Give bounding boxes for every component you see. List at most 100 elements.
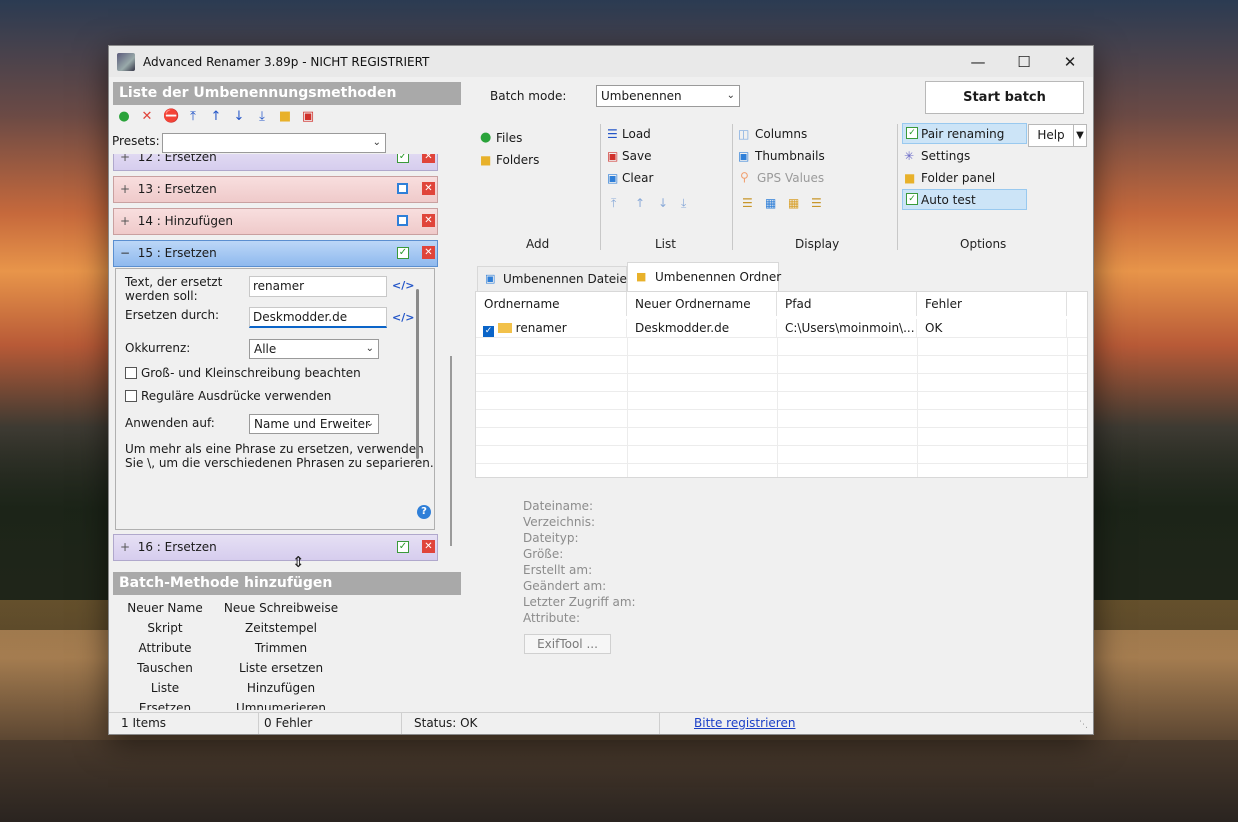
regex-checkbox[interactable] bbox=[125, 390, 137, 402]
folder-panel-button[interactable]: Folder panel bbox=[921, 171, 995, 185]
batch-mode-select[interactable]: Umbenennen ⌄ bbox=[596, 85, 740, 107]
col-header-new-name[interactable]: Neuer Ordnername bbox=[627, 292, 777, 316]
enabled-checkbox[interactable]: ✓ bbox=[397, 247, 409, 259]
help-icon[interactable]: ? bbox=[417, 505, 431, 519]
cell-error: OK bbox=[917, 319, 1067, 337]
presets-select[interactable]: ⌄ bbox=[162, 133, 386, 153]
enabled-checkbox[interactable]: ✓ bbox=[397, 541, 409, 553]
expand-icon: + bbox=[120, 214, 131, 228]
delete-method-icon[interactable]: ✕ bbox=[422, 182, 435, 195]
disabled-checkbox[interactable] bbox=[397, 183, 408, 194]
status-state: Status: OK bbox=[402, 713, 660, 734]
add-neue-schreibweise[interactable]: Neue Schreibweise bbox=[221, 601, 341, 615]
cell-new-name: Deskmodder.de bbox=[627, 319, 777, 337]
method-item-14[interactable]: + 14 : Hinzufügen ✕ bbox=[113, 208, 438, 235]
list-move-top-icon[interactable]: ⤒ bbox=[611, 196, 616, 211]
settings-button[interactable]: Settings bbox=[921, 149, 970, 163]
list-move-down-icon[interactable]: ↓ bbox=[658, 196, 668, 210]
move-top-icon[interactable]: ⤒ bbox=[186, 110, 200, 124]
add-group-label: Add bbox=[526, 237, 550, 251]
remove-method-icon[interactable]: ✕ bbox=[140, 110, 154, 124]
add-hinzufuegen[interactable]: Hinzufügen bbox=[221, 681, 341, 695]
folder-grid: Ordnername Neuer Ordnername Pfad Fehler … bbox=[475, 291, 1088, 478]
status-items: 1 Items bbox=[109, 713, 259, 734]
add-attribute[interactable]: Attribute bbox=[109, 641, 221, 655]
method-item-13[interactable]: + 13 : Ersetzen ✕ bbox=[113, 176, 438, 203]
help-dropdown-icon[interactable]: ▼ bbox=[1073, 124, 1087, 147]
view-tree-icon[interactable]: ☰ bbox=[811, 196, 822, 210]
add-trimmen[interactable]: Trimmen bbox=[221, 641, 341, 655]
delete-method-icon[interactable]: ✕ bbox=[422, 246, 435, 259]
columns-button[interactable]: Columns bbox=[755, 127, 807, 141]
grid-line bbox=[917, 337, 918, 477]
list-move-bottom-icon[interactable]: ⤓ bbox=[681, 196, 686, 211]
list-scrollbar[interactable] bbox=[450, 356, 452, 546]
replace-with-input[interactable]: Deskmodder.de bbox=[249, 307, 387, 328]
method-label: 12 : Ersetzen bbox=[137, 154, 217, 164]
code-icon[interactable]: </> bbox=[392, 311, 414, 324]
view-details-icon[interactable]: ▦ bbox=[765, 196, 776, 210]
code-icon[interactable]: </> bbox=[392, 279, 414, 292]
case-sensitive-checkbox[interactable] bbox=[125, 367, 137, 379]
gps-values-button[interactable]: GPS Values bbox=[757, 171, 824, 185]
add-umnumerieren[interactable]: Umnumerieren bbox=[221, 701, 341, 710]
add-liste[interactable]: Liste bbox=[109, 681, 221, 695]
method-item-16[interactable]: + 16 : Ersetzen ✓ ✕ bbox=[113, 534, 438, 561]
clear-button[interactable]: Clear bbox=[622, 171, 653, 185]
load-button[interactable]: Load bbox=[622, 127, 651, 141]
resize-grip-icon[interactable]: ⋱ bbox=[1079, 715, 1088, 734]
add-method-grid: Neuer Name Skript Attribute Tauschen Lis… bbox=[109, 598, 454, 710]
open-folder-icon[interactable]: ■ bbox=[278, 110, 292, 124]
move-bottom-icon[interactable]: ⤓ bbox=[255, 110, 269, 124]
save-button[interactable]: Save bbox=[622, 149, 651, 163]
method-item-12[interactable]: + 12 : Ersetzen ✓ ✕ bbox=[113, 154, 438, 171]
editor-scrollbar[interactable] bbox=[416, 289, 419, 459]
add-neuer-name[interactable]: Neuer Name bbox=[109, 601, 221, 615]
table-row-empty bbox=[476, 337, 1087, 356]
text-to-replace-input[interactable]: renamer bbox=[249, 276, 387, 297]
move-down-icon[interactable]: ↓ bbox=[232, 110, 246, 124]
delete-method-icon[interactable]: ✕ bbox=[422, 154, 435, 163]
delete-method-icon[interactable]: ✕ bbox=[422, 214, 435, 227]
remove-all-icon[interactable]: ⛔ bbox=[163, 110, 179, 124]
thumbnails-button[interactable]: Thumbnails bbox=[755, 149, 825, 163]
text-to-replace-label: Text, der ersetzt bbox=[125, 275, 223, 289]
view-list-icon[interactable]: ☰ bbox=[742, 196, 753, 210]
maximize-button[interactable]: ☐ bbox=[1001, 46, 1047, 77]
exiftool-button[interactable]: ExifTool ... bbox=[524, 634, 611, 654]
col-header-name[interactable]: Ordnername bbox=[476, 292, 627, 316]
add-ersetzen[interactable]: Ersetzen bbox=[109, 701, 221, 710]
add-folders-button[interactable]: Folders bbox=[496, 153, 539, 167]
row-checkbox-icon[interactable]: ✓ bbox=[483, 326, 494, 337]
occurrence-select[interactable]: Alle ⌄ bbox=[249, 339, 379, 359]
apply-to-select[interactable]: Name und Erweiter ⌄ bbox=[249, 414, 379, 434]
tab-rename-folders-label: Umbenennen Ordner bbox=[655, 270, 782, 284]
col-header-path[interactable]: Pfad bbox=[777, 292, 917, 316]
view-grid-icon[interactable]: ▦ bbox=[788, 196, 799, 210]
add-skript[interactable]: Skript bbox=[109, 621, 221, 635]
add-liste-ersetzen[interactable]: Liste ersetzen bbox=[221, 661, 341, 675]
register-link[interactable]: Bitte registrieren bbox=[694, 713, 795, 734]
enabled-checkbox[interactable]: ✓ bbox=[397, 154, 409, 163]
start-batch-button[interactable]: Start batch bbox=[925, 81, 1084, 114]
list-move-up-icon[interactable]: ↑ bbox=[635, 196, 645, 210]
col-header-error[interactable]: Fehler bbox=[917, 292, 1067, 316]
tab-rename-files[interactable]: ▣ Umbenennen Dateien bbox=[477, 266, 634, 292]
minimize-button[interactable]: — bbox=[955, 46, 1001, 77]
help-button[interactable]: Help bbox=[1028, 124, 1074, 147]
table-row[interactable]: ✓ renamer Deskmodder.de C:\Users\moinmoi… bbox=[476, 319, 1087, 338]
separator bbox=[897, 124, 898, 250]
disabled-checkbox[interactable] bbox=[397, 215, 408, 226]
add-method-icon[interactable]: ● bbox=[117, 110, 131, 124]
close-button[interactable]: ✕ bbox=[1047, 46, 1093, 77]
move-up-icon[interactable]: ↑ bbox=[209, 110, 223, 124]
method-item-15[interactable]: − 15 : Ersetzen ✓ ✕ bbox=[113, 240, 438, 267]
save-icon[interactable]: ▣ bbox=[301, 110, 315, 124]
add-zeitstempel[interactable]: Zeitstempel bbox=[221, 621, 341, 635]
add-tauschen[interactable]: Tauschen bbox=[109, 661, 221, 675]
delete-method-icon[interactable]: ✕ bbox=[422, 540, 435, 553]
add-files-button[interactable]: Files bbox=[496, 131, 522, 145]
hint-text-1: Um mehr als eine Phrase zu ersetzen, ver… bbox=[125, 442, 424, 456]
tab-rename-folders[interactable]: ■ Umbenennen Ordner bbox=[627, 262, 782, 292]
status-errors: 0 Fehler bbox=[252, 713, 402, 734]
